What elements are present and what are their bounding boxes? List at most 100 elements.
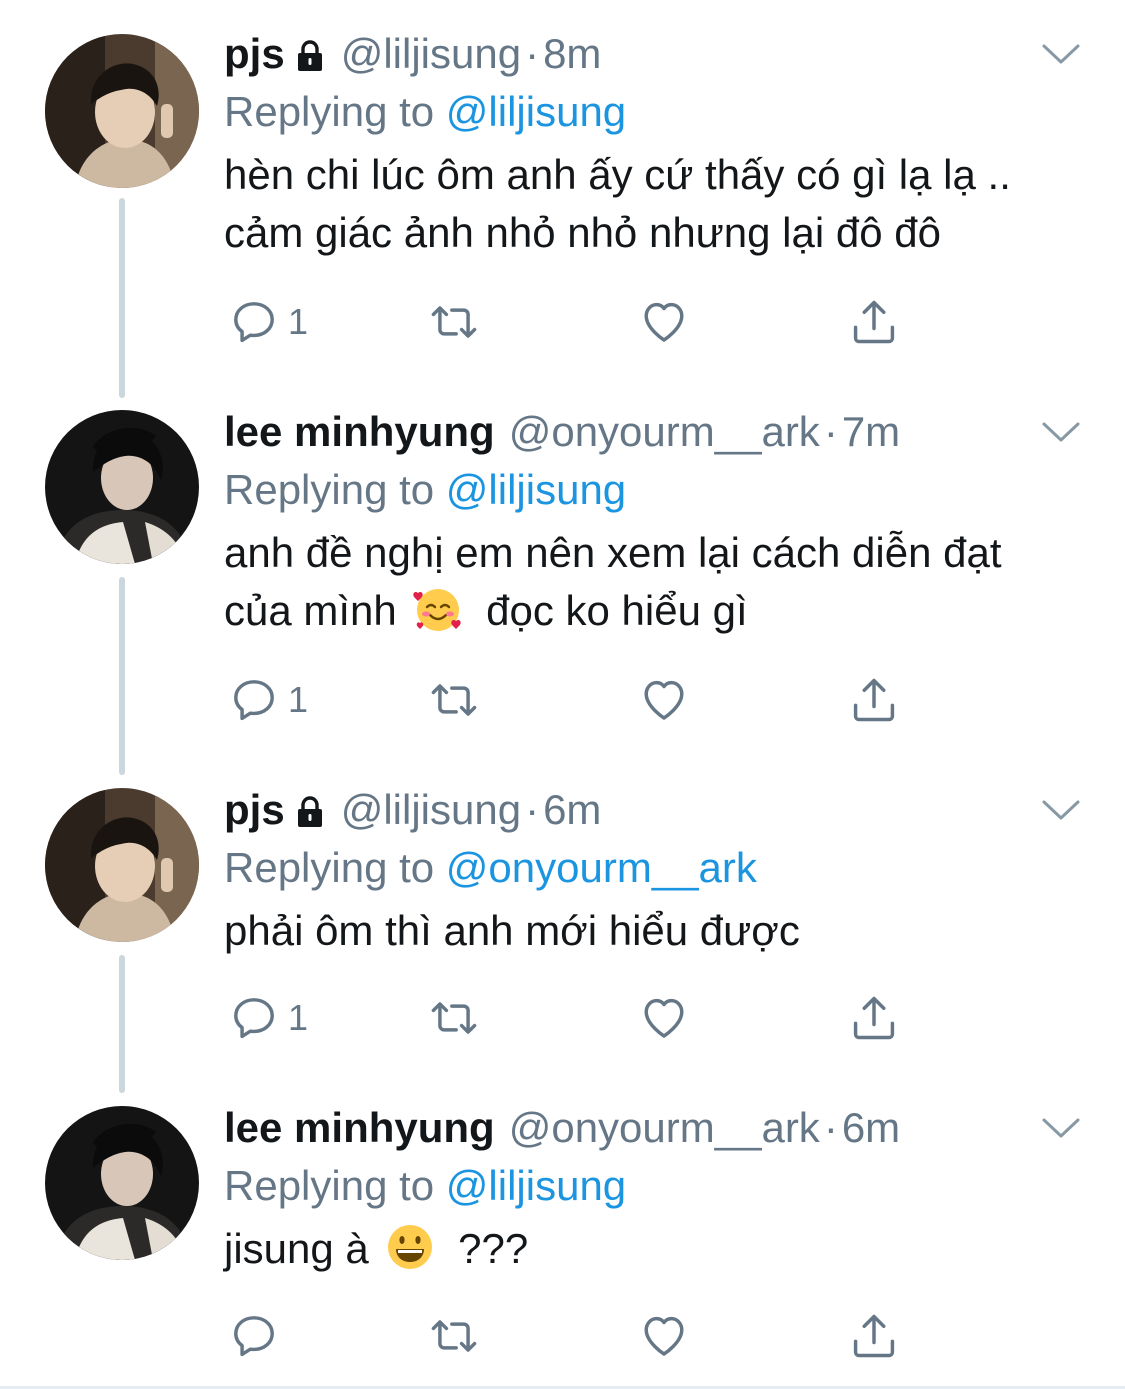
thread-connector-line xyxy=(119,198,125,398)
tweet-actions: 1 xyxy=(224,672,924,728)
avatar[interactable] xyxy=(45,410,199,564)
replying-to: Replying to @liljisung xyxy=(224,1156,626,1216)
tweet-actions xyxy=(224,1308,924,1364)
avatar[interactable] xyxy=(45,788,199,942)
chevron-down-icon[interactable] xyxy=(1040,1114,1082,1142)
avatar-pjs-image xyxy=(45,788,199,942)
chevron-down-icon[interactable] xyxy=(1040,796,1082,824)
like-button[interactable] xyxy=(638,1308,690,1364)
grinning-face-emoji xyxy=(384,1221,436,1273)
heart-icon xyxy=(638,992,690,1044)
reply-count: 1 xyxy=(288,997,309,1038)
display-name[interactable]: pjs xyxy=(224,782,285,838)
thread-connector-line xyxy=(119,955,125,1093)
separator-dot: · xyxy=(525,786,540,833)
timestamp[interactable]: 6m xyxy=(842,1100,900,1156)
tweet-text-line: hèn chi lúc ôm anh ấy cứ thấy có gì lạ l… xyxy=(224,151,1011,198)
tweet-text: anh đề nghị em nên xem lại cách diễn đạt… xyxy=(224,524,1094,640)
tweet-text-line: cảm giác ảnh nhỏ nhỏ nhưng lại đô đô xyxy=(224,209,941,256)
tweet-actions: 1 xyxy=(224,990,924,1046)
reply-button[interactable]: 1 xyxy=(228,672,308,728)
tweet-text-line: phải ôm thì anh mới hiểu được xyxy=(224,907,800,954)
avatar-minhyung-image xyxy=(45,1106,199,1260)
lock-icon xyxy=(295,39,325,73)
share-icon xyxy=(848,674,900,726)
replying-to: Replying to @liljisung xyxy=(224,82,626,142)
like-button[interactable] xyxy=(638,990,690,1046)
reply-icon xyxy=(228,674,280,726)
retweet-button[interactable] xyxy=(428,294,480,350)
tweet-text-line: anh đề nghị em nên xem lại cách diễn đạt xyxy=(224,529,1002,576)
reply-button[interactable] xyxy=(228,1308,288,1364)
retweet-icon xyxy=(428,992,480,1044)
tweet-text: jisung à ??? xyxy=(224,1220,1094,1278)
user-handle[interactable]: @onyourm__ark xyxy=(509,404,820,460)
reply-icon xyxy=(228,992,280,1044)
heart-icon xyxy=(638,296,690,348)
reply-button[interactable]: 1 xyxy=(228,990,308,1046)
replying-mention[interactable]: @liljisung xyxy=(446,466,626,513)
heart-icon xyxy=(638,674,690,726)
timestamp[interactable]: 8m xyxy=(543,26,601,82)
conversation-thread: pjs @liljisung · 8m Replying to @liljisu… xyxy=(0,0,1125,1389)
separator-dot: · xyxy=(525,30,540,77)
retweet-icon xyxy=(428,296,480,348)
share-button[interactable] xyxy=(848,1308,900,1364)
replying-mention[interactable]: @liljisung xyxy=(446,1162,626,1209)
reply-button[interactable]: 1 xyxy=(228,294,308,350)
share-button[interactable] xyxy=(848,672,900,728)
tweet-text-line: của mình đọc ko hiểu gì xyxy=(224,582,1094,640)
display-name[interactable]: pjs xyxy=(224,26,285,82)
tweet-text-segment: ??? xyxy=(458,1225,529,1272)
like-button[interactable] xyxy=(638,672,690,728)
tweet-header: pjs @liljisung · 8m xyxy=(224,26,601,82)
replying-label: Replying to xyxy=(224,844,435,891)
retweet-button[interactable] xyxy=(428,990,480,1046)
separator-dot: · xyxy=(823,1104,838,1151)
replying-to: Replying to @liljisung xyxy=(224,460,626,520)
replying-mention[interactable]: @liljisung xyxy=(446,88,626,135)
thread-connector-line xyxy=(119,577,125,775)
display-name[interactable]: lee minhyung xyxy=(224,404,495,460)
tweet-text-segment: jisung à xyxy=(224,1225,369,1272)
tweet-header: lee minhyung @onyourm__ark · 6m xyxy=(224,1100,900,1156)
avatar[interactable] xyxy=(45,1106,199,1260)
tweet-actions: 1 xyxy=(224,294,924,350)
reply-count: 1 xyxy=(288,301,309,342)
replying-to: Replying to @onyourm__ark xyxy=(224,838,757,898)
share-button[interactable] xyxy=(848,990,900,1046)
tweet-header: pjs @liljisung · 6m xyxy=(224,782,601,838)
share-icon xyxy=(848,296,900,348)
retweet-button[interactable] xyxy=(428,672,480,728)
tweet-text-line: jisung à ??? xyxy=(224,1220,1094,1278)
retweet-button[interactable] xyxy=(428,1308,480,1364)
user-handle[interactable]: @liljisung xyxy=(341,26,521,82)
chevron-down-icon[interactable] xyxy=(1040,40,1082,68)
chevron-down-icon[interactable] xyxy=(1040,418,1082,446)
display-name[interactable]: lee minhyung xyxy=(224,1100,495,1156)
share-icon xyxy=(848,992,900,1044)
replying-label: Replying to xyxy=(224,88,435,135)
reply-icon xyxy=(228,296,280,348)
reply-icon xyxy=(228,1310,280,1362)
retweet-icon xyxy=(428,674,480,726)
timestamp[interactable]: 6m xyxy=(543,782,601,838)
avatar-pjs-image xyxy=(45,34,199,188)
tweet-header: lee minhyung @onyourm__ark · 7m xyxy=(224,404,900,460)
like-button[interactable] xyxy=(638,294,690,350)
share-button[interactable] xyxy=(848,294,900,350)
tweet-text: phải ôm thì anh mới hiểu được xyxy=(224,902,1094,960)
retweet-icon xyxy=(428,1310,480,1362)
separator-dot: · xyxy=(823,408,838,455)
lock-icon xyxy=(295,795,325,829)
replying-label: Replying to xyxy=(224,1162,435,1209)
timestamp[interactable]: 7m xyxy=(842,404,900,460)
user-handle[interactable]: @onyourm__ark xyxy=(509,1100,820,1156)
user-handle[interactable]: @liljisung xyxy=(341,782,521,838)
heart-icon xyxy=(638,1310,690,1362)
smiling-face-with-hearts-emoji xyxy=(412,583,464,635)
tweet-text-segment: của mình xyxy=(224,587,397,634)
avatar[interactable] xyxy=(45,34,199,188)
replying-mention[interactable]: @onyourm__ark xyxy=(446,844,757,891)
share-icon xyxy=(848,1310,900,1362)
